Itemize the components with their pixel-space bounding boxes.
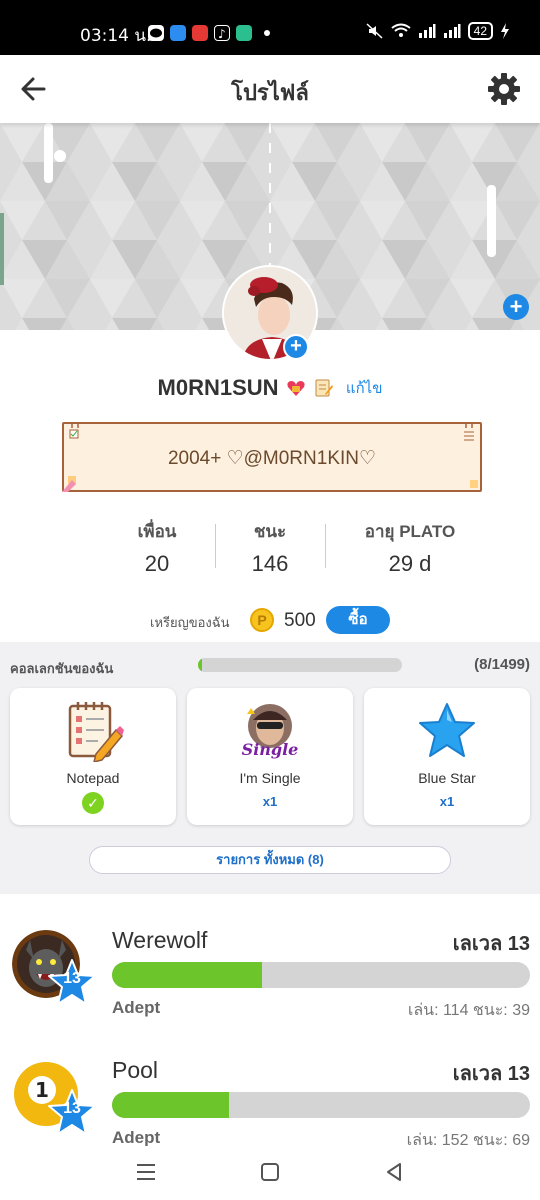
bio-card: 2004+ ♡@M0RN1KIN♡: [62, 422, 482, 492]
signal-icon-1: [418, 24, 436, 38]
coins-row: เหรียญของฉัน P 500 ซื้อ: [0, 604, 540, 634]
game-play-stats: เล่น: 114 ชนะ: 39: [407, 1002, 530, 1019]
profile-stats: เพื่อน 20 ชนะ 146 อายุ PLATO 29 d: [0, 518, 540, 578]
messenger-icon: [170, 25, 186, 41]
collection-count: (8/1499): [474, 656, 530, 673]
game-rank: Adept: [112, 998, 161, 1017]
status-bar: 03:14 น. ♪ 42: [0, 0, 540, 55]
system-nav-bar: [0, 1146, 540, 1200]
stat-value: 146: [251, 551, 289, 576]
stat-divider: [325, 524, 326, 568]
wifi-icon: [391, 23, 411, 37]
gear-icon[interactable]: [486, 71, 522, 107]
page-title: โปรไฟล์: [231, 80, 309, 105]
back-nav-icon[interactable]: [382, 1160, 406, 1184]
line-icon: [148, 25, 164, 41]
charging-icon: [501, 23, 509, 39]
home-icon[interactable]: [258, 1160, 282, 1184]
collection-item-im-single[interactable]: I'm Single x1 Single: [187, 688, 353, 825]
profile-screen: 03:14 น. ♪ 42 โปรไฟล์ + + M0RN1SUN แก้ไข…: [0, 0, 540, 1200]
username-row: M0RN1SUN แก้ไข: [0, 375, 540, 401]
mute-icon: [366, 23, 383, 39]
game-rank: Adept: [112, 1128, 161, 1146]
add-cover-button[interactable]: +: [503, 294, 529, 320]
level-badge-number: 13: [63, 970, 81, 987]
collection-item-qty: x1: [439, 794, 455, 809]
add-avatar-button[interactable]: +: [283, 334, 309, 360]
signal-icon-2: [443, 24, 461, 38]
stat-value: 20: [144, 551, 170, 576]
collection-item-name: I'm Single: [239, 770, 301, 786]
recent-apps-icon[interactable]: [134, 1160, 158, 1184]
stat-label: ชนะ: [253, 522, 287, 541]
game-name: Pool: [112, 1057, 159, 1083]
coins-label: เหรียญของฉัน: [150, 615, 230, 630]
game-row-werewolf[interactable]: 13 Werewolf เลเวล 13 Adept เล่น: 114 ชนะ…: [0, 894, 540, 1024]
stat-friends[interactable]: เพื่อน 20: [107, 518, 207, 577]
stat-wins: ชนะ 146: [220, 518, 320, 577]
collection-progress-fill: [198, 658, 203, 672]
game-xp-bar: [112, 962, 530, 988]
game-level: เลเวล 13: [452, 1063, 530, 1085]
tiktok-icon: ♪: [214, 25, 230, 41]
video-icon: [192, 25, 208, 41]
memo-icon: [315, 379, 334, 397]
collection-progress-bar: [198, 658, 402, 672]
plato-coin-icon: P: [250, 608, 274, 632]
stat-label: อายุ PLATO: [364, 522, 456, 541]
game-row-pool[interactable]: 1 13 Pool เลเวล 13 Adept เล่น: 152 ชนะ: …: [0, 1024, 540, 1146]
coins-amount: 500: [284, 610, 316, 631]
blue-star-icon: [419, 703, 475, 757]
game-xp-fill: [112, 962, 263, 988]
level-badge-number: 13: [63, 1100, 81, 1117]
app-bar: โปรไฟล์: [0, 55, 540, 123]
collection-item-blue-star[interactable]: Blue Star x1: [364, 688, 530, 825]
notepad-icon: [68, 702, 124, 762]
stat-value: 29 d: [388, 551, 432, 576]
stat-divider: [215, 524, 216, 568]
owned-check-icon: ✓: [82, 792, 104, 814]
edit-profile-link[interactable]: แก้ไข: [346, 380, 383, 397]
heart-lock-icon: [287, 381, 305, 396]
game-name: Werewolf: [112, 927, 208, 953]
status-indicators: 42: [366, 22, 510, 40]
collection-title: คอลเลกชันของฉัน: [10, 661, 114, 676]
phone-icon: [236, 25, 252, 41]
stat-plato-age: อายุ PLATO 29 d: [340, 518, 480, 577]
collection-section: คอลเลกชันของฉัน (8/1499) Notepad ✓ I'm S…: [0, 642, 540, 894]
svg-text:♪: ♪: [218, 27, 226, 40]
collection-item-qty: x1: [262, 794, 278, 809]
collection-item-notepad[interactable]: Notepad ✓: [10, 688, 176, 825]
game-level: เลเวล 13: [452, 933, 530, 955]
status-time: 03:14 น.: [80, 26, 152, 46]
username: M0RN1SUN: [157, 375, 279, 400]
view-all-collection-button[interactable]: รายการ ทั้งหมด (8): [89, 846, 451, 874]
single-image-text: Single: [241, 740, 299, 759]
game-xp-bar: [112, 1092, 530, 1118]
stat-label: เพื่อน: [137, 522, 177, 541]
bio-text: 2004+ ♡@M0RN1KIN♡: [167, 448, 377, 469]
buy-coins-button[interactable]: ซื้อ: [326, 606, 390, 634]
battery-indicator: 42: [467, 22, 493, 40]
collection-item-name: Notepad: [66, 770, 120, 786]
game-play-stats: เล่น: 152 ชนะ: 69: [406, 1132, 530, 1146]
game-xp-fill: [112, 1092, 230, 1118]
collection-item-name: Blue Star: [418, 770, 476, 786]
more-notifications-dot: [264, 30, 270, 36]
